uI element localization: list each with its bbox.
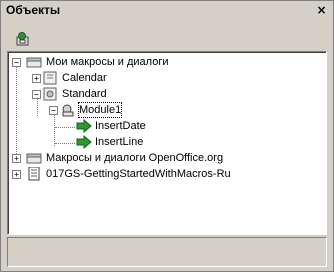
macro-arrow-icon [76, 135, 92, 149]
tree-node-insertdate[interactable]: InsertDate [8, 118, 308, 134]
title-bar: Объекты × [2, 2, 332, 19]
library-icon [43, 87, 57, 101]
tree-node-openoffice-macros[interactable]: + Макросы и диалоги OpenOffice.org [8, 150, 318, 166]
tree-node-label: Мои макросы и диалоги [46, 56, 169, 68]
objects-window: Объекты × − Мои макросы и диалоги + Cale… [0, 0, 334, 272]
tree-node-standard[interactable]: − Standard [8, 86, 308, 102]
expand-toggle[interactable]: + [32, 74, 41, 83]
tree-node-label: Module1 [77, 102, 123, 118]
tree-node-label: Calendar [62, 72, 107, 84]
tree-node-label: InsertLine [95, 136, 144, 148]
document-icon [28, 167, 40, 181]
collapse-toggle[interactable]: − [49, 106, 58, 115]
tree-node-label: Макросы и диалоги OpenOffice.org [46, 152, 224, 164]
tree-node-my-macros[interactable]: − Мои макросы и диалоги [8, 54, 308, 70]
macro-organizer-icon[interactable] [15, 31, 31, 47]
container-icon [26, 153, 42, 164]
module-icon [62, 104, 74, 117]
tree-node-label: Standard [62, 88, 107, 100]
tree-node-document[interactable]: + 017GS-GettingStartedWithMacros-Ru [8, 166, 318, 182]
status-area [7, 237, 327, 267]
tree-node-calendar[interactable]: + Calendar [8, 70, 308, 86]
close-button[interactable]: × [314, 3, 329, 18]
tree-node-label: InsertDate [95, 120, 146, 132]
expand-toggle[interactable]: + [12, 170, 21, 179]
window-title: Объекты [6, 3, 61, 17]
object-tree[interactable]: − Мои макросы и диалоги + Calendar − Sta… [7, 51, 327, 235]
tree-node-label: 017GS-GettingStartedWithMacros-Ru [46, 168, 231, 180]
collapse-toggle[interactable]: − [12, 58, 21, 67]
library-icon [43, 71, 57, 85]
collapse-toggle[interactable]: − [32, 90, 41, 99]
macro-arrow-icon [76, 119, 92, 133]
tree-node-module1[interactable]: − Module1 [8, 102, 308, 118]
tree-node-insertline[interactable]: InsertLine [8, 134, 308, 150]
container-icon [26, 57, 42, 68]
expand-toggle[interactable]: + [12, 154, 21, 163]
